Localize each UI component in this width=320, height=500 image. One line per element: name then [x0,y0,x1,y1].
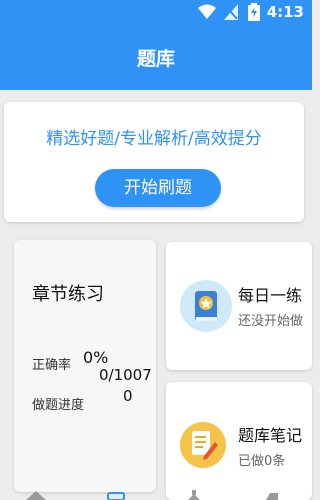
progress-value: 0 [123,387,133,405]
book-star-icon [180,280,232,332]
start-practice-button[interactable]: 开始刷题 [95,169,221,207]
chapter-practice-card[interactable]: 章节练习 正确率 0% 0/1007 做题进度 0 [14,240,156,492]
status-bar: 4:13 [0,0,312,24]
total-questions-value: 0/1007 [99,366,152,384]
discover-icon[interactable] [184,484,204,500]
banner-card: 精选好题/专业解析/高效提分 开始刷题 [4,102,304,222]
status-time: 4:13 [266,3,304,21]
question-bank-icon[interactable] [104,484,128,500]
signal-icon [224,4,238,20]
app-bar: 题库 [0,24,312,90]
chapter-practice-title: 章节练习 [32,284,104,305]
daily-practice-title: 每日一练 [238,286,303,305]
banner-slogan: 精选好题/专业解析/高效提分 [46,129,262,149]
accuracy-value: 0% [83,348,109,367]
profile-icon[interactable] [262,484,282,500]
progress-label: 做题进度 [32,398,85,413]
wifi-icon [198,4,216,19]
question-notes-card[interactable]: 题库笔记 已做0条 [166,382,312,500]
daily-practice-card[interactable]: 每日一练 还没开始做 [166,242,312,370]
question-notes-title: 题库笔记 [238,426,303,445]
accuracy-label: 正确率 [32,358,72,373]
daily-practice-subtitle: 还没开始做 [238,314,304,329]
bottom-navigation [0,484,312,500]
battery-icon [248,3,260,21]
notes-pencil-icon [180,422,226,468]
home-icon[interactable] [24,484,48,500]
page-title: 题库 [136,48,175,70]
question-notes-subtitle: 已做0条 [238,454,286,469]
